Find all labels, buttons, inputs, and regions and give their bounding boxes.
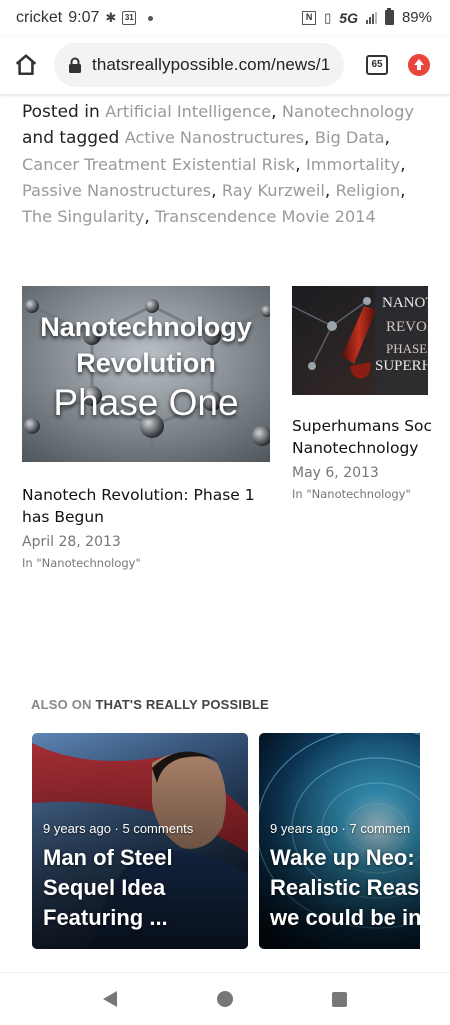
back-icon[interactable]: [102, 990, 118, 1008]
title-line: Featuring ...: [43, 905, 168, 930]
tag-link[interactable]: Active Nanostructures: [125, 128, 304, 147]
title-line: we could be in: [270, 905, 420, 930]
recommendation-card[interactable]: 9 years ago · 7 commen Wake up Neo: Real…: [259, 733, 420, 949]
home-circle-icon[interactable]: [217, 991, 233, 1007]
also-on-heading: ALSO ON THAT'S REALLY POSSIBLE: [31, 697, 269, 712]
tag-link[interactable]: Transcendence Movie 2014: [155, 207, 376, 226]
category-link[interactable]: Artificial Intelligence: [105, 102, 271, 121]
tag-link[interactable]: Ray Kurzweil: [222, 181, 325, 200]
recommendation-title[interactable]: Man of Steel Sequel Idea Featuring ...: [43, 843, 248, 933]
system-nav-bar: [0, 972, 450, 1025]
category-link[interactable]: Nanotechnology: [282, 102, 414, 121]
related-post-card[interactable]: NANOT REVOL PHASE SUPERH Superhumans Soc…: [292, 286, 432, 501]
tag-link[interactable]: Big Data: [315, 128, 385, 147]
recommendation-card[interactable]: 9 years ago · 5 comments Man of Steel Se…: [32, 733, 248, 949]
also-on-site[interactable]: THAT'S REALLY POSSIBLE: [95, 697, 268, 712]
related-posts: Nanotechnology Revolution Phase One Nano…: [22, 286, 450, 586]
thumbnail-caption-line: NANOT: [382, 295, 428, 311]
recents-icon[interactable]: [332, 992, 347, 1007]
tag-link[interactable]: Existential Risk: [172, 155, 295, 174]
clock: 9:07: [68, 9, 100, 26]
network-type: 5G: [339, 9, 358, 26]
superhumans-thumbnail-graphic: NANOT REVOL PHASE SUPERH: [292, 286, 428, 395]
related-post-thumbnail[interactable]: NANOT REVOL PHASE SUPERH: [292, 286, 428, 395]
status-bar: cricket 9:07 ✱ 31 N ▯ 5G 89%: [0, 0, 450, 36]
thumbnail-caption-line: SUPERH: [375, 358, 428, 374]
tag-link[interactable]: Cancer Treatment: [22, 155, 167, 174]
tabs-icon[interactable]: 65: [366, 55, 388, 75]
status-left: cricket 9:07 ✱ 31: [16, 9, 154, 27]
posted-in-label: Posted in: [22, 102, 100, 122]
nfc-icon: N: [302, 10, 317, 25]
related-post-title[interactable]: Superhumans Soc Nanotechnology: [292, 415, 432, 459]
tag-link[interactable]: Religion: [336, 181, 400, 200]
tag-link[interactable]: The Singularity: [22, 207, 144, 226]
title-line: Realistic Reas: [270, 875, 420, 900]
related-post-card[interactable]: Nanotechnology Revolution Phase One Nano…: [22, 286, 270, 570]
thumbnail-caption-line: Nanotechnology: [40, 312, 252, 342]
thumbnail-caption-line: REVOL: [386, 319, 428, 335]
thumbnail-caption-line: Phase One: [53, 382, 239, 423]
related-post-date: May 6, 2013: [292, 465, 379, 481]
thumbnail-caption-line: PHASE: [386, 341, 427, 356]
title-line: Nanotechnology: [292, 439, 419, 457]
title-line: Wake up Neo:: [270, 845, 415, 870]
browser-toolbar: thatsreallypossible.com/news/1 65: [0, 36, 450, 94]
battery-icon: [384, 8, 394, 25]
status-right: N ▯ 5G 89%: [302, 8, 432, 26]
carrier-label: cricket: [16, 9, 63, 26]
recommendation-meta: 9 years ago · 5 comments: [43, 821, 194, 836]
tag-link[interactable]: Passive Nanostructures: [22, 181, 211, 200]
related-post-title[interactable]: Nanotech Revolution: Phase 1 has Begun: [22, 484, 270, 528]
address-bar[interactable]: thatsreallypossible.com/news/1: [54, 43, 344, 87]
notification-dot-icon: [148, 15, 154, 21]
tag-link[interactable]: Immortality: [306, 155, 400, 174]
recommendation-meta: 9 years ago · 7 commen: [270, 821, 411, 836]
signal-icon: [365, 11, 377, 24]
lock-icon: [69, 57, 81, 73]
url-text: thatsreallypossible.com/news/1: [92, 55, 331, 74]
thumbnail-caption-line: Revolution: [76, 348, 216, 378]
related-post-date: April 28, 2013: [22, 534, 121, 550]
post-taxonomy: Posted in Artificial Intelligence, Nanot…: [22, 102, 414, 228]
title-line: Man of Steel: [43, 845, 173, 870]
tagged-label: and tagged: [22, 128, 120, 149]
title-line: has Begun: [22, 508, 104, 526]
related-post-category: In "Nanotechnology": [292, 487, 411, 501]
also-on-label: ALSO ON: [31, 697, 92, 712]
recommendation-title[interactable]: Wake up Neo: Realistic Reas we could be …: [270, 843, 420, 933]
vibrate-icon: ▯: [324, 9, 332, 25]
battery-percent: 89%: [401, 9, 432, 26]
title-line: Superhumans Soc: [292, 417, 433, 435]
recommendations-carousel[interactable]: 9 years ago · 5 comments Man of Steel Se…: [32, 733, 420, 951]
update-icon[interactable]: [408, 54, 430, 76]
settings-icon: ✱: [105, 10, 117, 25]
related-post-category: In "Nanotechnology": [22, 556, 141, 570]
calendar-icon: 31: [122, 11, 137, 25]
home-icon[interactable]: [12, 51, 40, 79]
title-line: Sequel Idea: [43, 875, 166, 900]
title-line: Nanotech Revolution: Phase 1: [22, 486, 255, 504]
related-post-thumbnail[interactable]: Nanotechnology Revolution Phase One: [22, 286, 270, 462]
